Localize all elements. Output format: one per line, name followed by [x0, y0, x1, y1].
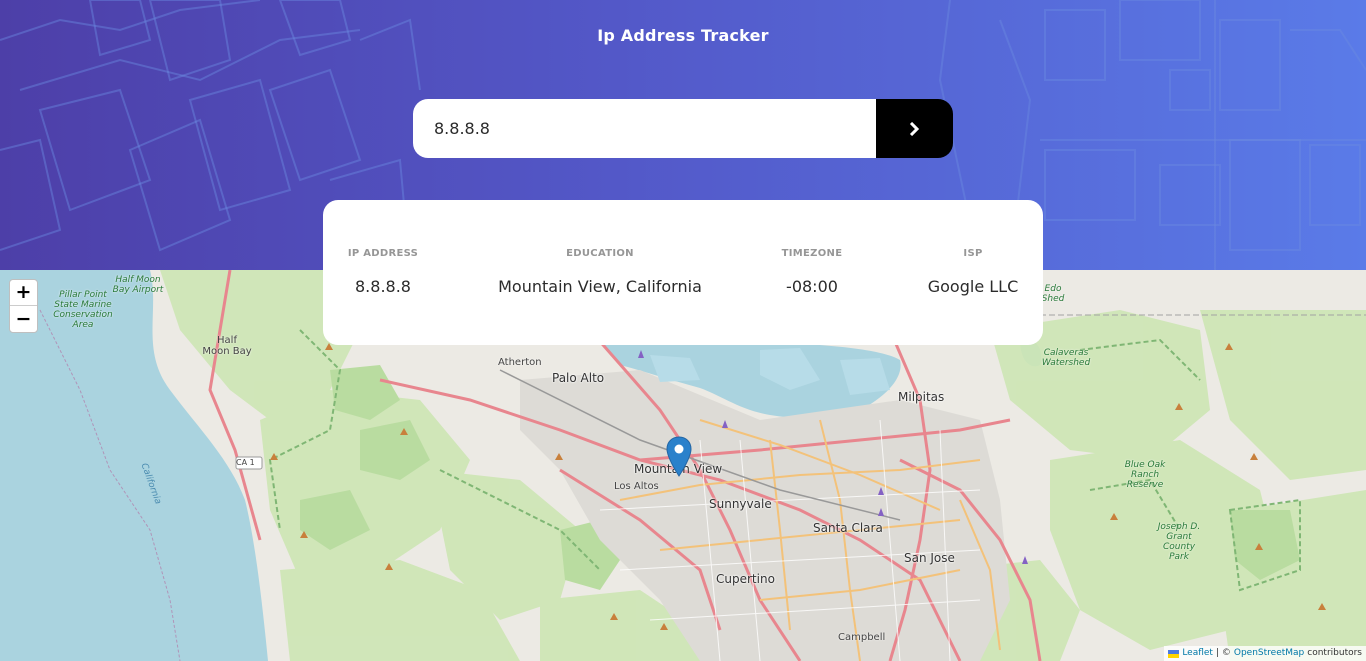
- isp-value: Google LLC: [927, 277, 1019, 296]
- map-label-half-moon-bay: Half Moon Bay: [202, 335, 252, 357]
- page-title: Ip Address Tracker: [597, 26, 769, 45]
- timezone-block: TIMEZONE -08:00: [775, 248, 849, 296]
- map-label-santa-clara: Santa Clara: [813, 521, 883, 535]
- timezone-value: -08:00: [786, 277, 838, 296]
- map-label-blue-oak-ranch: Blue Oak Ranch Reserve: [1124, 460, 1166, 490]
- ip-search-input[interactable]: [413, 99, 876, 158]
- attribution-separator: | ©: [1215, 648, 1231, 658]
- map-label-calaveras-watershed: Calaveras Watershed: [1041, 348, 1091, 368]
- zoom-out-button[interactable]: −: [10, 306, 37, 332]
- search-bar: [413, 99, 953, 158]
- location-value: Mountain View, California: [498, 277, 702, 296]
- map-label-los-altos: Los Altos: [614, 481, 659, 492]
- info-card: IP ADDRESS 8.8.8.8 EDUCATION Mountain Vi…: [323, 200, 1043, 345]
- ip-address-block: IP ADDRESS 8.8.8.8: [347, 248, 419, 296]
- leaflet-link[interactable]: Leaflet: [1182, 646, 1213, 661]
- map-label-edo-shed: Edo Shed: [1041, 284, 1065, 304]
- map-label-atherton: Atherton: [498, 357, 542, 368]
- chevron-right-icon: [909, 121, 920, 136]
- map-label-milpitas: Milpitas: [898, 390, 945, 404]
- map-label-cupertino: Cupertino: [716, 572, 775, 586]
- isp-label: ISP: [963, 248, 983, 259]
- zoom-control: + −: [9, 279, 38, 333]
- timezone-label: TIMEZONE: [781, 248, 843, 259]
- road-shield-ca1: CA 1: [236, 458, 255, 467]
- location-label: EDUCATION: [566, 248, 634, 259]
- location-block: EDUCATION Mountain View, California: [495, 248, 705, 296]
- map-label-campbell: Campbell: [838, 632, 886, 643]
- zoom-in-button[interactable]: +: [10, 280, 37, 306]
- isp-block: ISP Google LLC: [921, 248, 1025, 296]
- openstreetmap-link[interactable]: OpenStreetMap: [1234, 646, 1304, 661]
- map-pin-icon[interactable]: [666, 436, 692, 477]
- ip-address-label: IP ADDRESS: [347, 248, 419, 259]
- map-label-san-jose: San Jose: [904, 551, 955, 565]
- ip-address-value: 8.8.8.8: [355, 277, 411, 296]
- map-label-half-moon-bay-airport: Half Moon Bay Airport: [112, 275, 164, 295]
- search-submit-button[interactable]: [876, 99, 953, 158]
- map-label-sunnyvale: Sunnyvale: [709, 497, 772, 511]
- map-attribution: Leaflet | © OpenStreetMap contributors: [1164, 646, 1366, 661]
- map-label-joseph-grant-park: Joseph D. Grant County Park: [1157, 522, 1201, 562]
- map-label-pillar-point: Pillar Point State Marine Conservation A…: [53, 290, 113, 330]
- map-label-palo-alto: Palo Alto: [552, 371, 605, 385]
- ukraine-flag-icon: [1168, 649, 1180, 658]
- attribution-contributors: contributors: [1307, 648, 1362, 658]
